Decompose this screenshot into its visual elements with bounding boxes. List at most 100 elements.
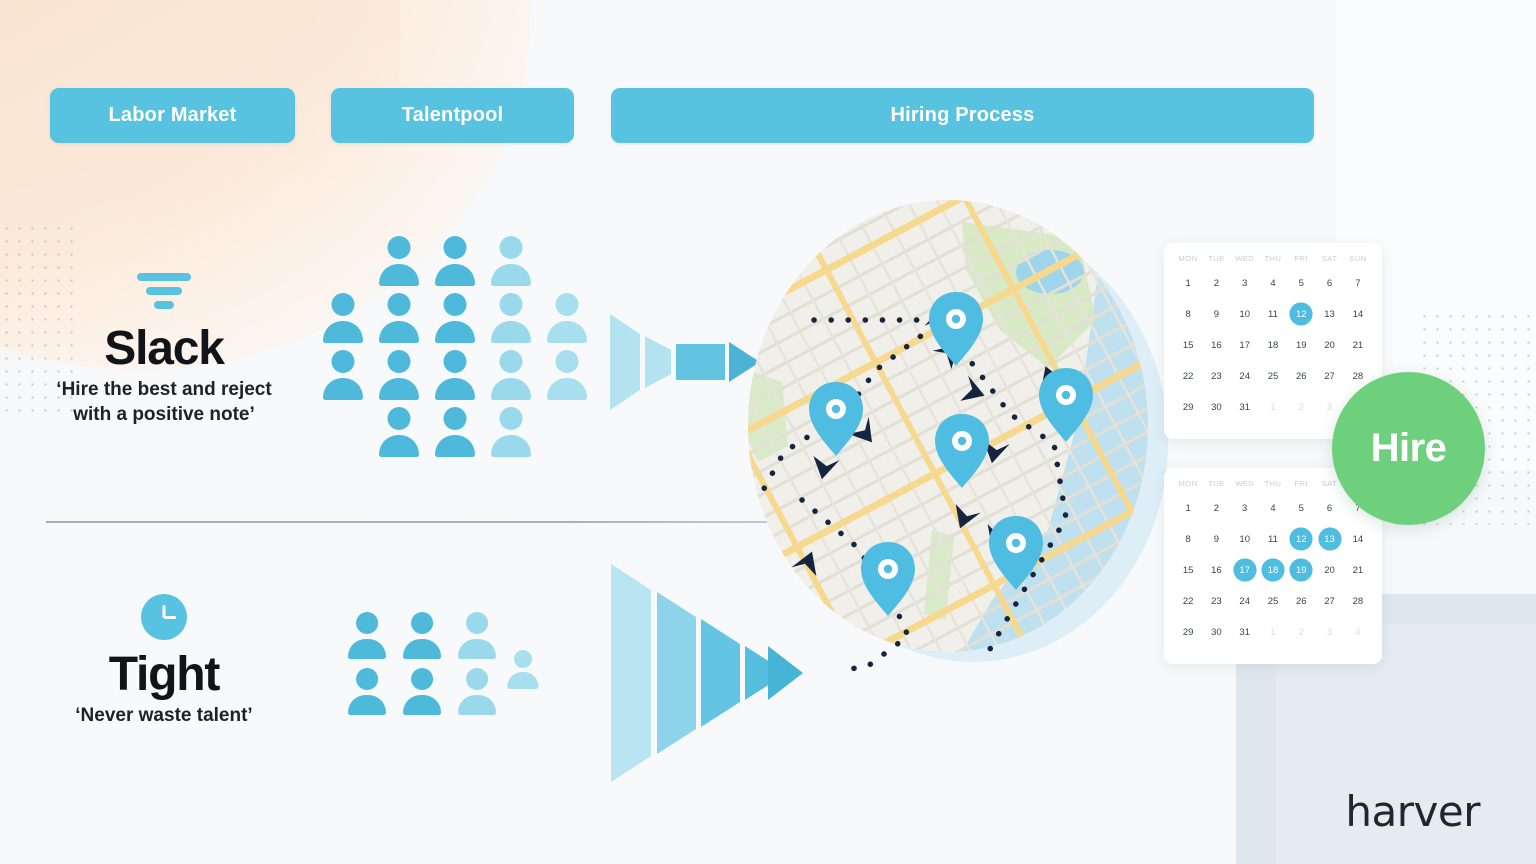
calendar-day[interactable]: 8 bbox=[1174, 528, 1202, 550]
calendar-day[interactable]: 8 bbox=[1174, 303, 1202, 325]
calendar-weekday-header: MON TUE WED THU FRI SAT SUN bbox=[1174, 254, 1372, 272]
calendar-day[interactable]: 4 bbox=[1259, 497, 1287, 519]
person-icon bbox=[433, 293, 477, 345]
calendar-day-muted[interactable]: 2 bbox=[1287, 396, 1315, 418]
header-pill-talentpool[interactable]: Talentpool bbox=[331, 88, 574, 143]
calendar-day[interactable]: 15 bbox=[1174, 559, 1202, 581]
funnel-segment-2 bbox=[645, 336, 671, 388]
calendar-day[interactable]: 6 bbox=[1315, 497, 1343, 519]
calendar-day[interactable]: 24 bbox=[1231, 590, 1259, 612]
calendar-day[interactable]: 22 bbox=[1174, 365, 1202, 387]
person-body bbox=[403, 638, 442, 660]
calendar-day[interactable]: 23 bbox=[1202, 590, 1230, 612]
calendar-weekday: THU bbox=[1264, 254, 1282, 263]
calendar-day-selected[interactable]: 19 bbox=[1287, 558, 1315, 582]
calendar-day[interactable]: 5 bbox=[1287, 497, 1315, 519]
calendar-day[interactable]: 25 bbox=[1259, 590, 1287, 612]
person-head bbox=[499, 293, 523, 316]
person-body bbox=[348, 694, 387, 716]
calendar-day[interactable]: 19 bbox=[1287, 334, 1315, 356]
calendar-day[interactable]: 29 bbox=[1174, 396, 1202, 418]
calendar-day[interactable]: 20 bbox=[1315, 334, 1343, 356]
calendar-day[interactable]: 9 bbox=[1202, 303, 1230, 325]
calendar-day[interactable]: 1 bbox=[1174, 497, 1202, 519]
calendar-day[interactable]: 26 bbox=[1287, 365, 1315, 387]
calendar-day[interactable]: 28 bbox=[1344, 590, 1372, 612]
calendar-weekday: WED bbox=[1235, 254, 1255, 263]
calendar-day[interactable]: 23 bbox=[1202, 365, 1230, 387]
route-arrow-4 bbox=[813, 455, 840, 480]
calendar-day[interactable]: 29 bbox=[1174, 621, 1202, 643]
calendar-day[interactable]: 17 bbox=[1231, 334, 1259, 356]
calendar-day[interactable]: 21 bbox=[1344, 559, 1372, 581]
calendar-day[interactable]: 15 bbox=[1174, 334, 1202, 356]
calendar-day-selected[interactable]: 12 bbox=[1287, 302, 1315, 326]
calendar-day[interactable]: 1 bbox=[1174, 272, 1202, 294]
calendar-day[interactable]: 30 bbox=[1202, 396, 1230, 418]
calendar-day-muted[interactable]: 2 bbox=[1287, 621, 1315, 643]
hire-badge[interactable]: Hire bbox=[1332, 372, 1485, 525]
row-subtitle-tight: ‘Never waste talent’ bbox=[14, 704, 314, 728]
calendar-day-selected[interactable]: 13 bbox=[1315, 527, 1343, 551]
calendar-weekday: TUE bbox=[1208, 479, 1225, 488]
calendar-day[interactable]: 10 bbox=[1231, 303, 1259, 325]
calendar-day[interactable]: 20 bbox=[1315, 559, 1343, 581]
person-cell bbox=[450, 668, 505, 724]
calendar-day[interactable]: 3 bbox=[1231, 497, 1259, 519]
calendar-weekday: TUE bbox=[1208, 254, 1225, 263]
person-icon bbox=[321, 293, 365, 345]
calendar-day[interactable]: 16 bbox=[1202, 559, 1230, 581]
calendar-day-muted[interactable]: 1 bbox=[1259, 396, 1287, 418]
calendar-day-muted[interactable]: 4 bbox=[1344, 621, 1372, 643]
calendar-day[interactable]: 2 bbox=[1202, 272, 1230, 294]
talentpool-people-tight bbox=[340, 612, 539, 724]
calendar-day[interactable]: 4 bbox=[1259, 272, 1287, 294]
person-cell bbox=[395, 612, 450, 668]
person-body bbox=[323, 321, 363, 343]
route-arrow-7 bbox=[960, 375, 985, 401]
calendar-day[interactable]: 10 bbox=[1231, 528, 1259, 550]
calendar-day[interactable]: 7 bbox=[1344, 272, 1372, 294]
calendar-day[interactable]: 30 bbox=[1202, 621, 1230, 643]
calendar-day-selected[interactable]: 12 bbox=[1287, 527, 1315, 551]
calendar-day[interactable]: 22 bbox=[1174, 590, 1202, 612]
calendar-day[interactable]: 14 bbox=[1344, 303, 1372, 325]
person-body bbox=[491, 378, 531, 400]
person-cell bbox=[371, 407, 427, 464]
calendar-day[interactable]: 16 bbox=[1202, 334, 1230, 356]
calendar-day-selected[interactable]: 18 bbox=[1259, 558, 1287, 582]
calendar-day[interactable]: 11 bbox=[1259, 528, 1287, 550]
person-cell bbox=[483, 407, 539, 464]
calendar-day-muted[interactable]: 3 bbox=[1315, 621, 1343, 643]
calendar-day[interactable]: 31 bbox=[1231, 621, 1259, 643]
calendar-day[interactable]: 13 bbox=[1315, 303, 1343, 325]
calendar-day[interactable]: 3 bbox=[1231, 272, 1259, 294]
calendar-day[interactable]: 5 bbox=[1287, 272, 1315, 294]
person-head bbox=[499, 407, 523, 430]
calendar-day[interactable]: 27 bbox=[1315, 365, 1343, 387]
row-title-slack: Slack bbox=[104, 322, 225, 375]
calendar-day[interactable]: 31 bbox=[1231, 396, 1259, 418]
calendar-day-selected[interactable]: 17 bbox=[1231, 558, 1259, 582]
calendar-weekday: MON bbox=[1178, 479, 1198, 488]
calendar-day[interactable]: 27 bbox=[1315, 590, 1343, 612]
map-pin-1 bbox=[929, 292, 983, 366]
calendar-day-muted[interactable]: 1 bbox=[1259, 621, 1287, 643]
calendar-day[interactable]: 11 bbox=[1259, 303, 1287, 325]
calendar-day[interactable]: 14 bbox=[1344, 528, 1372, 550]
calendar-day[interactable]: 2 bbox=[1202, 497, 1230, 519]
person-body bbox=[379, 321, 419, 343]
calendar-day[interactable]: 24 bbox=[1231, 365, 1259, 387]
calendar-day[interactable]: 26 bbox=[1287, 590, 1315, 612]
header-pill-labor-market[interactable]: Labor Market bbox=[50, 88, 295, 143]
calendar-day[interactable]: 18 bbox=[1259, 334, 1287, 356]
person-icon bbox=[545, 293, 589, 345]
person-icon bbox=[377, 407, 421, 459]
calendar-day[interactable]: 9 bbox=[1202, 528, 1230, 550]
header-pill-hiring-process[interactable]: Hiring Process bbox=[611, 88, 1314, 143]
calendar-day[interactable]: 6 bbox=[1315, 272, 1343, 294]
calendar-day-label: 13 bbox=[1324, 533, 1335, 545]
person-head bbox=[411, 612, 434, 634]
calendar-day[interactable]: 25 bbox=[1259, 365, 1287, 387]
calendar-day[interactable]: 21 bbox=[1344, 334, 1372, 356]
